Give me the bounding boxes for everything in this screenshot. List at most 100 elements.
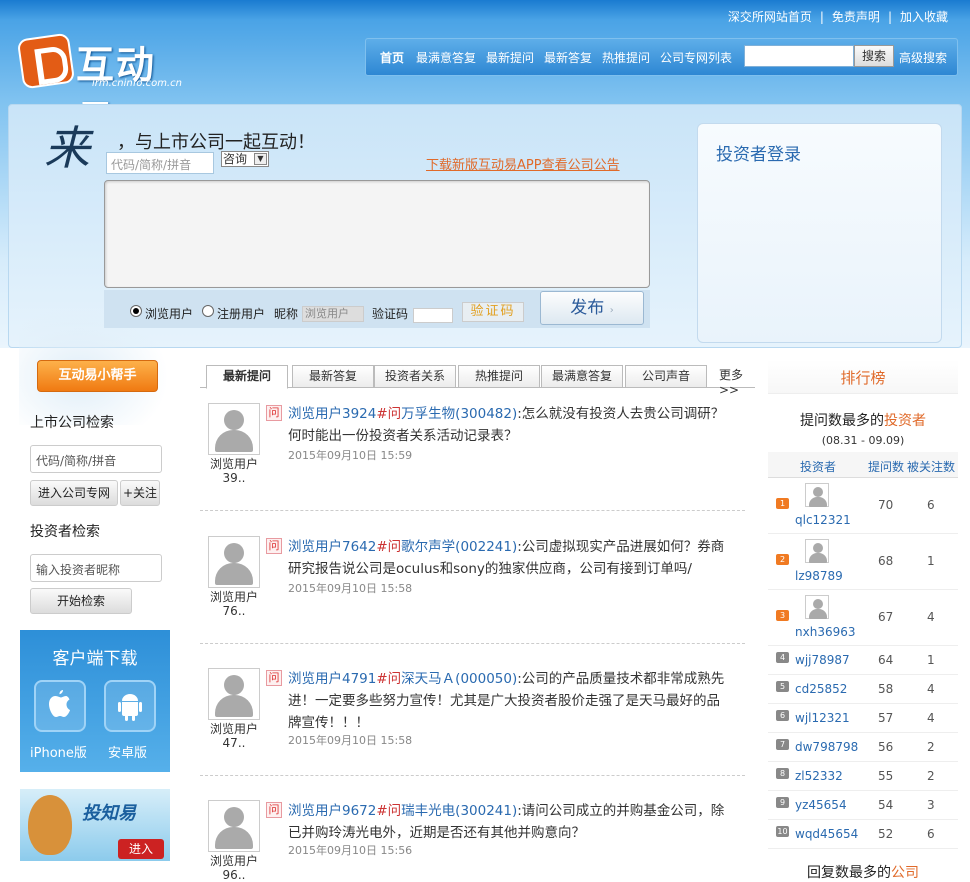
rank-investor-name[interactable]: wjj78987	[795, 653, 850, 667]
tab-latest-answers[interactable]: 最新答复	[292, 365, 374, 388]
touzhi-enter-button[interactable]: 进入	[118, 839, 164, 859]
rank-follow-count: 4	[927, 711, 935, 725]
android-label: 安卓版	[108, 746, 148, 761]
follow-button[interactable]: +关注	[120, 480, 160, 506]
rank-follow-count: 2	[927, 740, 935, 754]
question-icon: 问	[266, 670, 282, 686]
rank-investor-name[interactable]: wqd45654	[795, 827, 858, 841]
nav-latest-answers[interactable]: 最新答复	[544, 49, 592, 66]
add-favorite-link[interactable]: 加入收藏	[900, 10, 948, 24]
rank-investor-name[interactable]: dw798798	[795, 740, 858, 754]
rank-investor-name[interactable]: qlc12321	[795, 513, 851, 527]
ranking-row[interactable]: 9 yz45654 54 3	[768, 791, 958, 820]
enter-company-button[interactable]: 进入公司专网	[30, 480, 118, 506]
question-type-value: 咨询	[223, 152, 248, 166]
question-textarea[interactable]	[104, 180, 650, 288]
question-item: 浏览用户 96.. 问 浏览用户9672#问瑞丰光电(300241):请问公司成立…	[200, 800, 745, 882]
rank-number: 4	[776, 652, 789, 663]
registered-user-radio[interactable]	[202, 305, 214, 317]
publish-button[interactable]: 发布 ›	[540, 291, 644, 325]
ranking-row[interactable]: 10 wqd45654 52 6	[768, 820, 958, 849]
apple-icon[interactable]	[34, 680, 86, 732]
question-text[interactable]: 浏览用户7642#问歌尔声学(002241):公司虚拟现实产品进展如何？券商研究…	[288, 536, 733, 580]
search-button[interactable]: 搜索	[854, 45, 894, 67]
rank-investor-name[interactable]: cd25852	[795, 682, 847, 696]
more-tabs-link[interactable]: 更多>>	[719, 366, 755, 397]
android-icon[interactable]	[104, 680, 156, 732]
tab-investor-relations[interactable]: 投资者关系	[374, 365, 456, 388]
ranking-subtitle: 提问数最多的投资者	[800, 413, 926, 429]
touzhi-banner[interactable]: 投知易 进入	[20, 789, 170, 861]
login-title: 投资者登录	[716, 145, 801, 165]
avatar[interactable]	[208, 800, 260, 852]
top-links: 深交所网站首页 | 免责声明 | 加入收藏	[727, 10, 948, 24]
question-item: 浏览用户 39.. 问 浏览用户3924#问万孚生物(300482):怎么就没有投…	[200, 403, 745, 511]
tab-company-voice[interactable]: 公司声音	[625, 365, 707, 388]
ranking-row[interactable]: 8 zl52332 55 2	[768, 762, 958, 791]
tab-hot-questions[interactable]: 热推提问	[458, 365, 540, 388]
avatar[interactable]	[805, 595, 829, 619]
nav-home[interactable]: 首页	[380, 49, 404, 66]
ranking-row[interactable]: 3 nxh36963 67 4	[768, 590, 958, 646]
question-icon: 问	[266, 802, 282, 818]
guest-user-radio[interactable]	[130, 305, 142, 317]
captcha-image[interactable]: 验证码	[462, 302, 524, 322]
question-text[interactable]: 浏览用户9672#问瑞丰光电(300241):请问公司成立的并购基金公司，除已并…	[288, 800, 733, 844]
reply-ranking-title: 回复数最多的公司	[807, 865, 919, 881]
nav-best-answers[interactable]: 最满意答复	[416, 49, 476, 66]
nav-latest-questions[interactable]: 最新提问	[486, 49, 534, 66]
rank-investor-name[interactable]: nxh36963	[795, 625, 856, 639]
question-text[interactable]: 浏览用户3924#问万孚生物(300482):怎么就没有投资人去贵公司调研？何时…	[288, 403, 733, 447]
rank-number: 9	[776, 797, 789, 808]
nav-hot-questions[interactable]: 热推提问	[602, 49, 650, 66]
company-search-input[interactable]: 代码/简称/拼音	[30, 445, 162, 473]
rank-investor-name[interactable]: yz45654	[795, 798, 847, 812]
avatar[interactable]	[208, 536, 260, 588]
company-code-input[interactable]: 代码/简称/拼音	[106, 152, 214, 174]
investor-login-panel: 投资者登录	[697, 123, 942, 343]
avatar[interactable]	[208, 403, 260, 455]
tab-latest-questions[interactable]: 最新提问	[206, 365, 288, 389]
tab-best-answers[interactable]: 最满意答复	[541, 365, 623, 388]
ranking-row[interactable]: 1 qlc12321 70 6	[768, 478, 958, 534]
post-controls: 浏览用户 注册用户 昵称 浏览用户 验证码 验证码 发布 ›	[104, 290, 650, 328]
start-search-button[interactable]: 开始检索	[30, 588, 132, 614]
investor-search-input[interactable]: 输入投资者昵称	[30, 554, 162, 582]
nav-company-list[interactable]: 公司专网列表	[660, 49, 732, 66]
logo-url: irm.cninfo.com.cn	[92, 78, 182, 89]
investor-search-title: 投资者检索	[30, 524, 100, 540]
client-download-banner[interactable]: 客户端下载 iPhone版 安卓版	[20, 630, 170, 772]
helper-button[interactable]: 互动易小帮手	[37, 360, 158, 392]
rank-number: 7	[776, 739, 789, 750]
rank-question-count: 52	[878, 827, 894, 841]
ranking-row[interactable]: 4 wjj78987 64 1	[768, 646, 958, 675]
avatar[interactable]	[805, 539, 829, 563]
question-type-select[interactable]: 咨询 ▼	[221, 151, 269, 167]
rank-investor-name[interactable]: wjl12321	[795, 711, 850, 725]
disclaimer-link[interactable]: 免责声明	[832, 10, 880, 24]
rank-question-count: 57	[878, 711, 894, 725]
ranking-row[interactable]: 6 wjl12321 57 4	[768, 704, 958, 733]
advanced-search-link[interactable]: 高级搜索	[899, 49, 947, 66]
ranking-row[interactable]: 7 dw798798 56 2	[768, 733, 958, 762]
avatar[interactable]	[805, 483, 829, 507]
rank-number: 6	[776, 710, 789, 721]
download-app-link[interactable]: 下载新版互动易APP查看公司公告	[426, 154, 620, 173]
rank-investor-name[interactable]: lz98789	[795, 569, 843, 583]
rank-follow-count: 4	[927, 682, 935, 696]
question-icon: 问	[266, 538, 282, 554]
search-input[interactable]	[744, 45, 854, 67]
rank-investor-name[interactable]: zl52332	[795, 769, 843, 783]
question-item: 浏览用户 47.. 问 浏览用户4791#问深天马Ａ(000050):公司的产品质…	[200, 668, 745, 776]
question-avatar-user: 浏览用户 47..	[209, 722, 258, 750]
rank-follow-count: 2	[927, 769, 935, 783]
ranking-row[interactable]: 5 cd25852 58 4	[768, 675, 958, 704]
szse-home-link[interactable]: 深交所网站首页	[728, 10, 812, 24]
nickname-input[interactable]: 浏览用户	[302, 306, 364, 322]
avatar[interactable]	[208, 668, 260, 720]
ranking-row[interactable]: 2 lz98789 68 1	[768, 534, 958, 590]
rank-follow-count: 6	[927, 498, 935, 512]
captcha-input[interactable]	[413, 308, 453, 323]
site-logo[interactable]: 互动易 irm.cninfo.com.cn	[16, 32, 190, 142]
question-text[interactable]: 浏览用户4791#问深天马Ａ(000050):公司的产品质量技术都非常成熟先进！…	[288, 668, 733, 734]
